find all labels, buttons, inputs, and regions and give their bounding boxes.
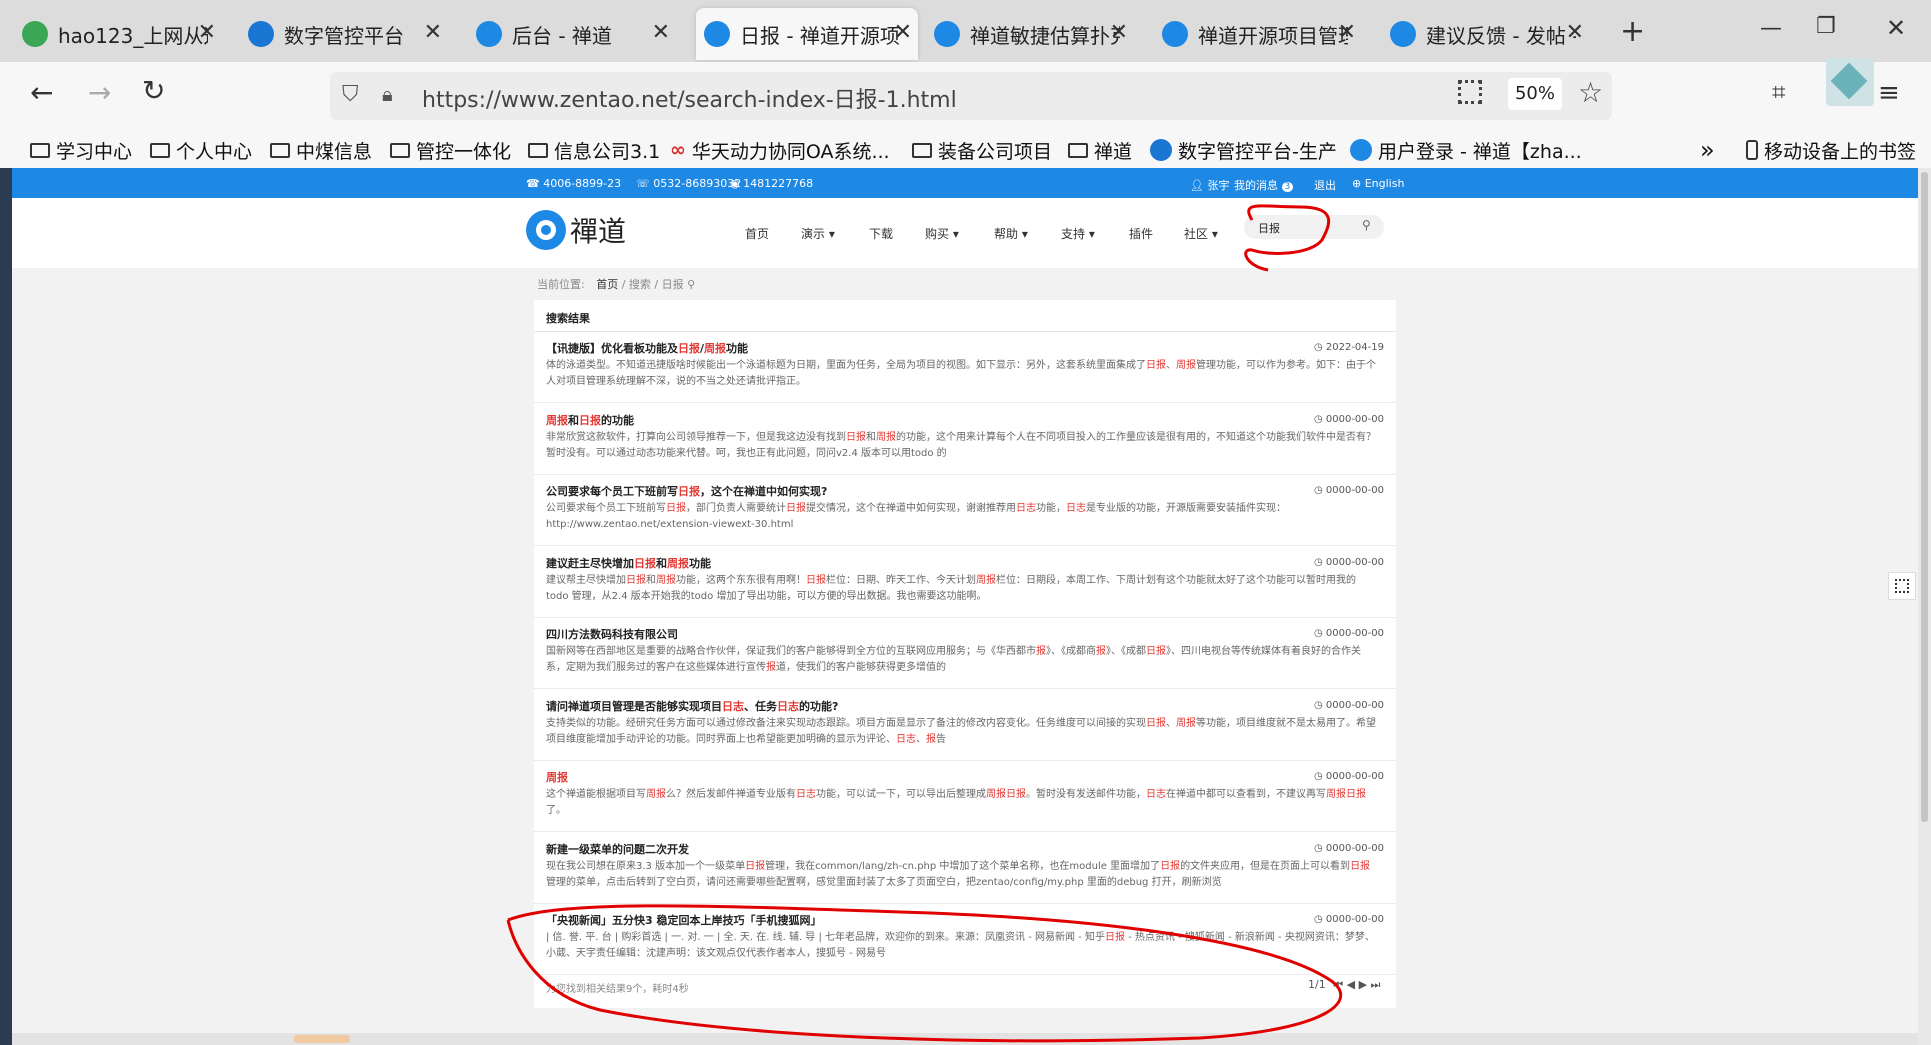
annotation-overlay xyxy=(506,204,1342,1043)
annotation-circle-last-result xyxy=(506,904,1342,1043)
annotation-circle-search xyxy=(1244,204,1331,272)
